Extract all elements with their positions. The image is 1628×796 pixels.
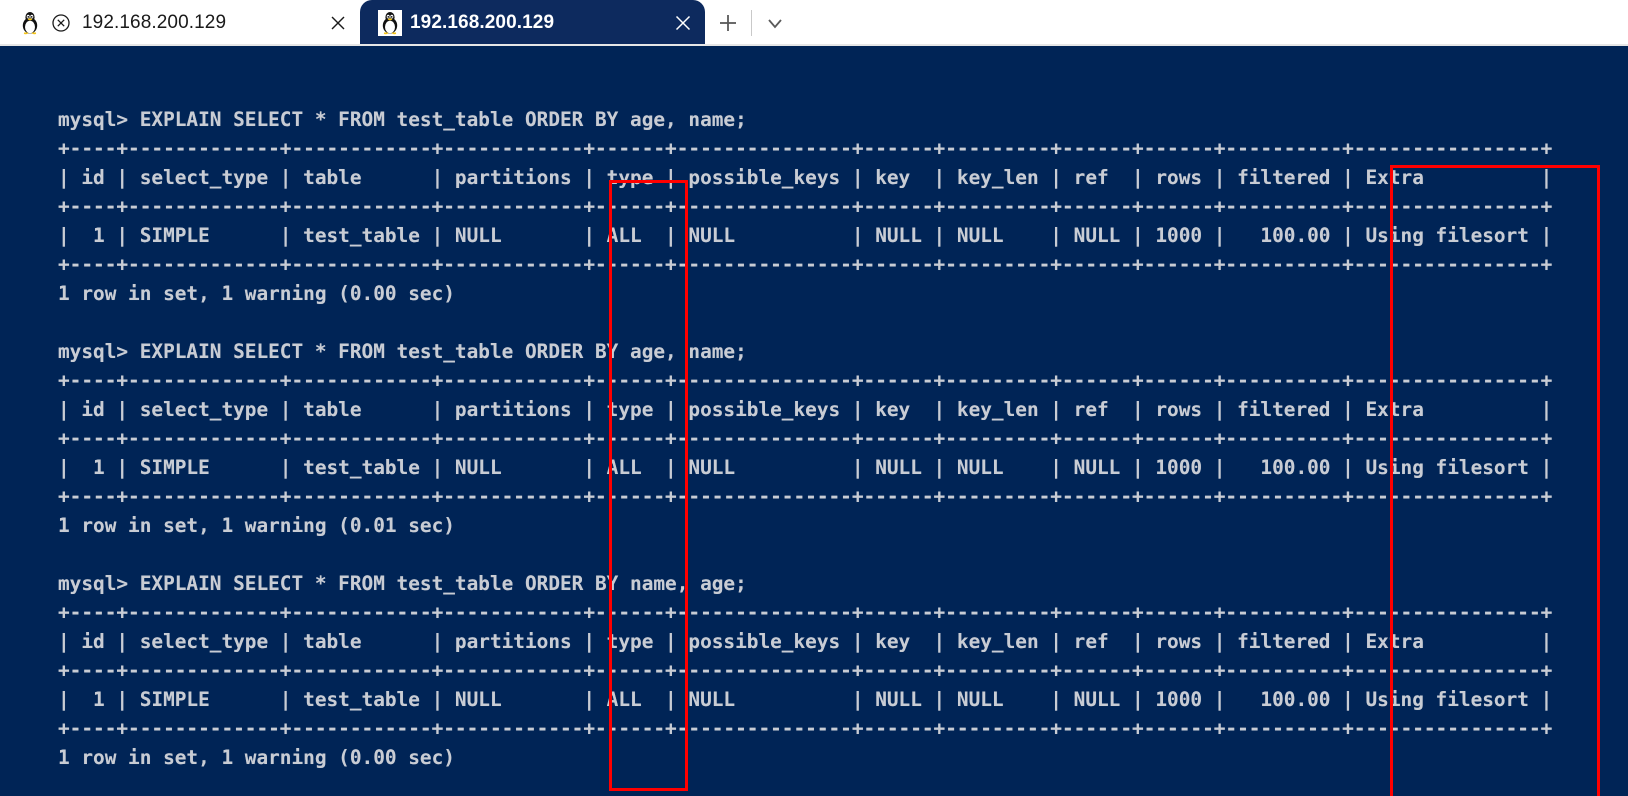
terminal-line: +----+-------------+------------+-------… xyxy=(58,369,1553,392)
terminal-line: | id | select_type | table | partitions … xyxy=(58,398,1553,421)
browser-tab-1[interactable]: 192.168.200.129 xyxy=(0,0,360,46)
new-tab-button[interactable] xyxy=(705,0,751,46)
terminal-line: +----+-------------+------------+-------… xyxy=(58,485,1553,508)
circle-x-icon xyxy=(50,12,72,34)
terminal-line: mysql> EXPLAIN SELECT * FROM test_table … xyxy=(58,108,747,131)
close-icon[interactable] xyxy=(316,1,360,45)
terminal-line: | id | select_type | table | partitions … xyxy=(58,166,1553,189)
terminal-line: 1 row in set, 1 warning (0.00 sec) xyxy=(58,282,455,305)
terminal-line: mysql> EXPLAIN SELECT * FROM test_table … xyxy=(58,572,747,595)
tab-list-button[interactable] xyxy=(752,0,798,46)
chevron-down-icon xyxy=(768,19,782,29)
terminal-line: | 1 | SIMPLE | test_table | NULL | ALL |… xyxy=(58,688,1553,711)
plus-icon xyxy=(720,15,736,31)
tux-penguin-icon xyxy=(378,10,402,36)
browser-tab-2[interactable]: 192.168.200.129 xyxy=(360,0,705,46)
tab-title: 192.168.200.129 xyxy=(410,12,555,33)
terminal-line: +----+-------------+------------+-------… xyxy=(58,195,1553,218)
tabbar-empty-area xyxy=(798,0,1628,46)
close-icon[interactable] xyxy=(661,1,705,45)
terminal-line: +----+-------------+------------+-------… xyxy=(58,601,1553,624)
terminal-line: | id | select_type | table | partitions … xyxy=(58,630,1553,653)
terminal-line: +----+-------------+------------+-------… xyxy=(58,717,1553,740)
browser-tab-bar: 192.168.200.129 192.168.200.129 xyxy=(0,0,1628,46)
terminal-line: | 1 | SIMPLE | test_table | NULL | ALL |… xyxy=(58,224,1553,247)
terminal-screen: mysql> EXPLAIN SELECT * FROM test_table … xyxy=(58,105,1552,772)
terminal-line: mysql> EXPLAIN SELECT * FROM test_table … xyxy=(58,340,747,363)
terminal-window[interactable]: mysql> EXPLAIN SELECT * FROM test_table … xyxy=(0,46,1628,796)
tab-title: 192.168.200.129 xyxy=(82,12,227,33)
terminal-line: +----+-------------+------------+-------… xyxy=(58,427,1553,450)
terminal-line: 1 row in set, 1 warning (0.00 sec) xyxy=(58,746,455,769)
terminal-line: 1 row in set, 1 warning (0.01 sec) xyxy=(58,514,455,537)
terminal-line: +----+-------------+------------+-------… xyxy=(58,137,1553,160)
tux-penguin-icon xyxy=(18,10,42,36)
terminal-line: | 1 | SIMPLE | test_table | NULL | ALL |… xyxy=(58,456,1553,479)
terminal-line: +----+-------------+------------+-------… xyxy=(58,659,1553,682)
terminal-line: +----+-------------+------------+-------… xyxy=(58,253,1553,276)
